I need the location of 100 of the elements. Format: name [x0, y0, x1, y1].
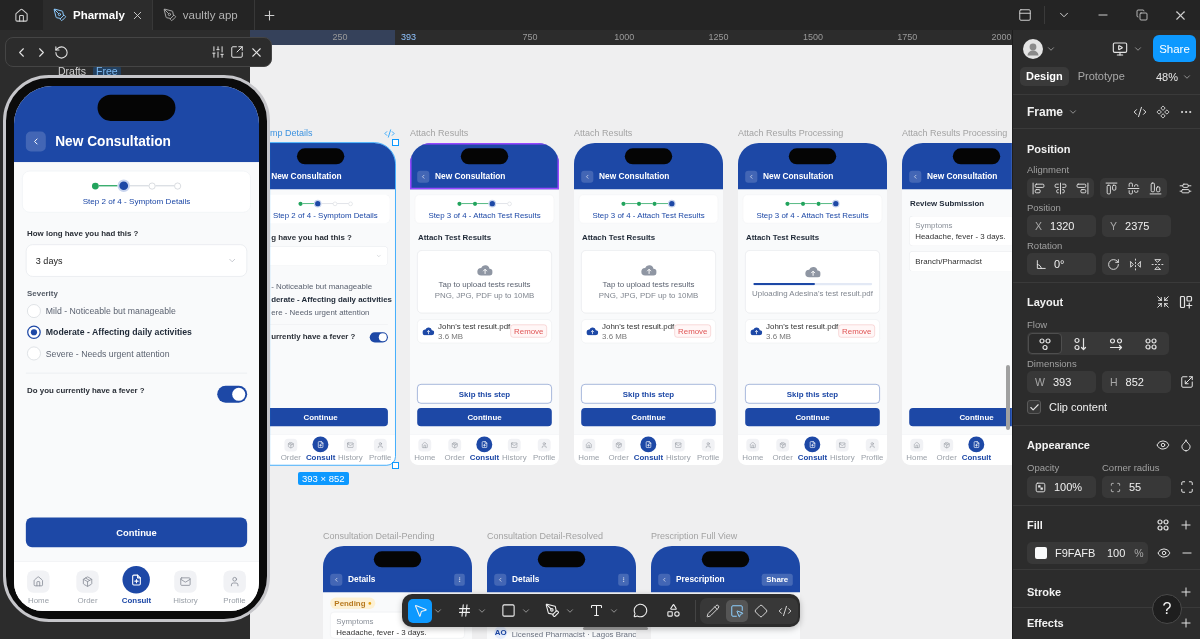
- rotation-field[interactable]: 0°: [1027, 253, 1096, 275]
- independent-corners-icon[interactable]: [1180, 480, 1194, 494]
- vertical-flow-icon[interactable]: [1073, 336, 1088, 351]
- screen-title: Details: [512, 574, 540, 585]
- corner-radius-field[interactable]: 55: [1102, 476, 1171, 498]
- screen-title: Details: [348, 574, 376, 585]
- open-external-icon[interactable]: [230, 45, 244, 59]
- screen-title: New Consultation: [55, 133, 171, 150]
- document-plus-icon[interactable]: [122, 566, 151, 594]
- opacity-field[interactable]: 100%: [1027, 476, 1096, 498]
- comment-icon[interactable]: [632, 603, 648, 618]
- flow-option[interactable]: [1028, 333, 1063, 354]
- align-right-icon[interactable]: [1076, 181, 1090, 195]
- droplet-icon[interactable]: [1179, 438, 1193, 452]
- duration-select[interactable]: 3 days: [25, 244, 248, 277]
- scrollbar[interactable]: [1006, 365, 1010, 430]
- field-label: Dimensions: [1027, 358, 1077, 370]
- severity-option[interactable]: Mild - Noticeable but manageable: [27, 300, 176, 322]
- drafts-label[interactable]: Drafts: [58, 66, 86, 77]
- y-field[interactable]: Y 2375: [1102, 215, 1171, 237]
- panel-tab[interactable]: Prototype: [1071, 67, 1131, 86]
- add-icon[interactable]: [1179, 585, 1193, 599]
- eye-icon[interactable]: [1157, 546, 1171, 560]
- clip-content-checkbox[interactable]: [1027, 400, 1041, 414]
- horizontal-flow-icon[interactable]: [1108, 336, 1123, 351]
- pen-icon[interactable]: [544, 603, 560, 618]
- rotate-icon[interactable]: [1106, 257, 1120, 271]
- cloud-upload-icon: [476, 264, 493, 276]
- align-left-icon[interactable]: [1031, 181, 1045, 195]
- cloud-upload-icon: [422, 326, 435, 336]
- camera-cutout: [624, 148, 673, 165]
- resize-handle[interactable]: [392, 461, 400, 469]
- radio-button[interactable]: [27, 325, 41, 340]
- fever-toggle[interactable]: [217, 385, 248, 403]
- styles-icon[interactable]: [1156, 518, 1170, 532]
- code-icon[interactable]: [1133, 104, 1147, 119]
- restore-icon[interactable]: [1135, 9, 1148, 21]
- panel-tab[interactable]: Design: [1020, 67, 1069, 86]
- section-title: Layout: [1027, 296, 1064, 308]
- restart-icon[interactable]: [54, 44, 69, 60]
- present-icon[interactable]: [1112, 40, 1128, 57]
- design-canvas[interactable]: [250, 45, 1012, 639]
- camera-cutout: [788, 148, 837, 165]
- flip-horizontal-icon[interactable]: [1129, 257, 1142, 271]
- eye-icon[interactable]: [1156, 438, 1170, 452]
- resize-handle[interactable]: [392, 139, 400, 146]
- flip-vertical-icon[interactable]: [1151, 257, 1165, 271]
- checkbox-label[interactable]: Clip content: [1049, 401, 1108, 413]
- zoom-menu[interactable]: 48%: [1155, 70, 1192, 83]
- freeform-flow-icon[interactable]: [1038, 336, 1053, 351]
- scrollbar[interactable]: [583, 627, 648, 630]
- height-field[interactable]: H 852: [1102, 371, 1171, 393]
- color-swatch[interactable]: [1035, 547, 1047, 559]
- angle-icon: [1035, 258, 1046, 270]
- align-top-icon[interactable]: [1104, 181, 1118, 195]
- shrink-icon[interactable]: [1156, 295, 1170, 309]
- camera-cutout: [952, 148, 1001, 165]
- step-caption: Step 2 of 4 - Symptom Details: [82, 196, 191, 207]
- corner-radius-icon: [1110, 481, 1121, 493]
- axis-label: W: [1035, 376, 1045, 388]
- section-title: Position: [1027, 143, 1071, 155]
- auto-layout-icon[interactable]: [1179, 295, 1193, 309]
- field-label: Rotation: [1027, 240, 1063, 252]
- avatar-icon[interactable]: [1023, 38, 1043, 59]
- opacity-icon: [1035, 481, 1046, 493]
- file-tab[interactable]: Pharmaly: [43, 0, 153, 30]
- continue-button[interactable]: Continue: [25, 517, 248, 548]
- panel-icon[interactable]: [1017, 8, 1032, 22]
- home-icon[interactable]: [14, 7, 29, 23]
- align-center-icon[interactable]: [1054, 181, 1067, 195]
- new-tab-icon[interactable]: [262, 7, 278, 23]
- align-bottom-icon[interactable]: [1149, 181, 1163, 195]
- layer-type-menu[interactable]: Frame: [1027, 104, 1079, 119]
- pen-nib-icon: [162, 8, 177, 22]
- status-dot: [368, 601, 372, 605]
- fill-field[interactable]: F9FAFB 100 %: [1027, 542, 1148, 564]
- component-icon[interactable]: [1156, 104, 1170, 119]
- align-middle-icon[interactable]: [1127, 181, 1140, 195]
- tool-button[interactable]: [408, 598, 432, 623]
- rectangle-icon[interactable]: [500, 603, 516, 618]
- screen-title: New Consultation: [435, 171, 506, 182]
- severity-option[interactable]: Moderate - Affecting daily activities: [27, 321, 192, 343]
- severity-option[interactable]: Severe - Needs urgent attention: [27, 342, 170, 365]
- add-icon[interactable]: [1179, 616, 1193, 630]
- settings-icon[interactable]: [211, 45, 225, 59]
- resize-icon[interactable]: [1180, 375, 1194, 389]
- x-field[interactable]: X 1320: [1027, 215, 1096, 237]
- width-field[interactable]: W 393: [1027, 371, 1096, 393]
- pen-nib-icon: [53, 8, 67, 22]
- cloud-upload-icon: [750, 326, 763, 336]
- screen-title: Prescription: [676, 574, 725, 585]
- screen-title: New Consultation: [763, 171, 834, 182]
- shapes-icon[interactable]: [665, 603, 681, 618]
- distribute-icon[interactable]: [1179, 181, 1192, 195]
- frame-icon[interactable]: [456, 603, 472, 618]
- field-label: Position: [1027, 202, 1061, 214]
- section-title: Fill: [1027, 519, 1043, 531]
- text-icon[interactable]: [588, 603, 604, 618]
- grid-flow-icon[interactable]: [1143, 336, 1158, 351]
- add-icon[interactable]: [1179, 518, 1193, 532]
